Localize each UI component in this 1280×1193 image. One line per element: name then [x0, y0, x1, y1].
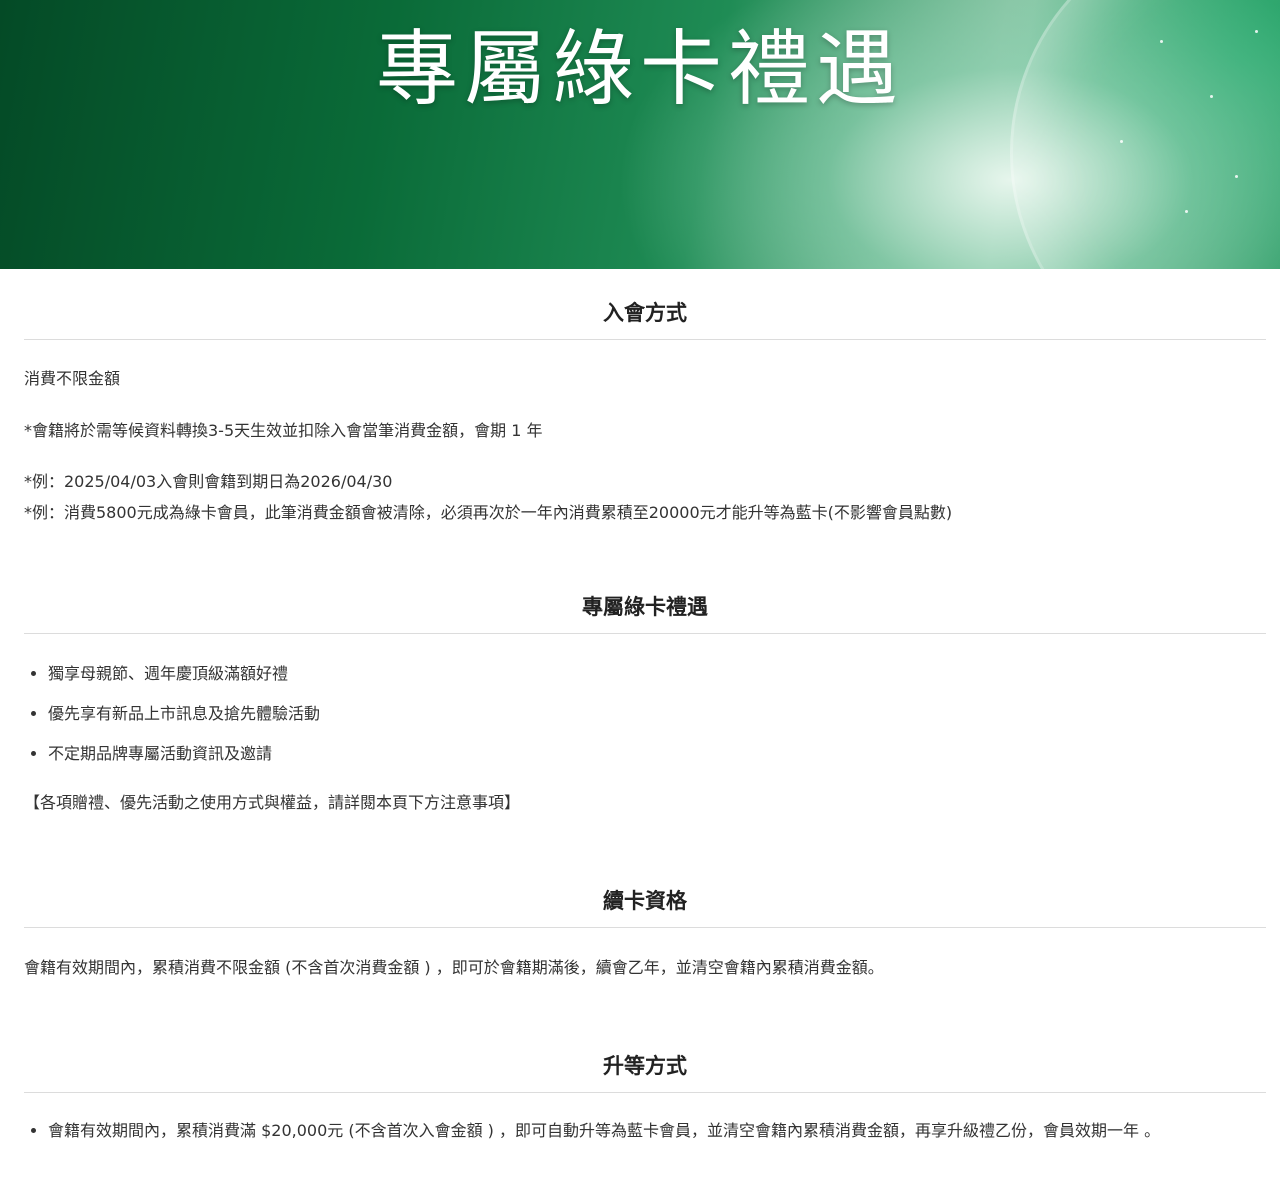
upgrade-section: 升等方式 會籍有效期間內，累積消費滿 $20,000元 (不含首次入會金額 ) …	[24, 980, 1266, 1144]
section-title-benefits: 專屬綠卡禮遇	[24, 591, 1266, 634]
renewal-section: 續卡資格 會籍有效期間內，累積消費不限金額 (不含首次消費金額 ) ，即可於會籍…	[24, 815, 1266, 980]
list-item: 會籍有效期間內，累積消費滿 $20,000元 (不含首次入會金額 ) ，即可自動…	[48, 1118, 1266, 1144]
list-item: 獨享母親節、週年慶頂級滿額好禮	[48, 661, 1266, 687]
section-title-join: 入會方式	[24, 297, 1266, 340]
renewal-text: 會籍有效期間內，累積消費不限金額 (不含首次消費金額 ) ，即可於會籍期滿後，續…	[24, 958, 884, 977]
join-example-1: *例：2025/04/03入會則會籍到期日為2026/04/30	[24, 472, 393, 491]
section-title-renewal: 續卡資格	[24, 885, 1266, 928]
join-section: 入會方式 消費不限金額 *會籍將於需等候資料轉換3-5天生效並扣除入會當筆消費金…	[24, 269, 1266, 525]
join-example-2: *例：消費5800元成為綠卡會員，此筆消費金額會被清除，必須再次於一年內消費累積…	[24, 503, 953, 522]
banner-sparkle	[1185, 210, 1188, 213]
banner-title: 專屬綠卡禮遇	[375, 22, 904, 117]
section-title-upgrade: 升等方式	[24, 1050, 1266, 1093]
benefits-list: 獨享母親節、週年慶頂級滿額好禮 優先享有新品上市訊息及搶先體驗活動 不定期品牌專…	[24, 661, 1266, 767]
join-text-2: *會籍將於需等候資料轉換3-5天生效並扣除入會當筆消費金額，會期 1 年	[24, 421, 543, 440]
benefits-note: 【各項贈禮、優先活動之使用方式與權益，請詳閱本頁下方注意事項】	[24, 793, 521, 812]
benefits-section: 專屬綠卡禮遇 獨享母親節、週年慶頂級滿額好禮 優先享有新品上市訊息及搶先體驗活動…	[24, 525, 1266, 815]
join-text-1: 消費不限金額	[24, 369, 121, 388]
list-item: 優先享有新品上市訊息及搶先體驗活動	[48, 701, 1266, 727]
main-content: 入會方式 消費不限金額 *會籍將於需等候資料轉換3-5天生效並扣除入會當筆消費金…	[0, 269, 1280, 1144]
hero-banner: 專屬綠卡禮遇	[0, 0, 1280, 269]
banner-sparkle	[1235, 175, 1238, 178]
upgrade-list: 會籍有效期間內，累積消費滿 $20,000元 (不含首次入會金額 ) ，即可自動…	[24, 1118, 1266, 1144]
list-item: 不定期品牌專屬活動資訊及邀請	[48, 741, 1266, 767]
banner-sparkle	[1120, 140, 1123, 143]
